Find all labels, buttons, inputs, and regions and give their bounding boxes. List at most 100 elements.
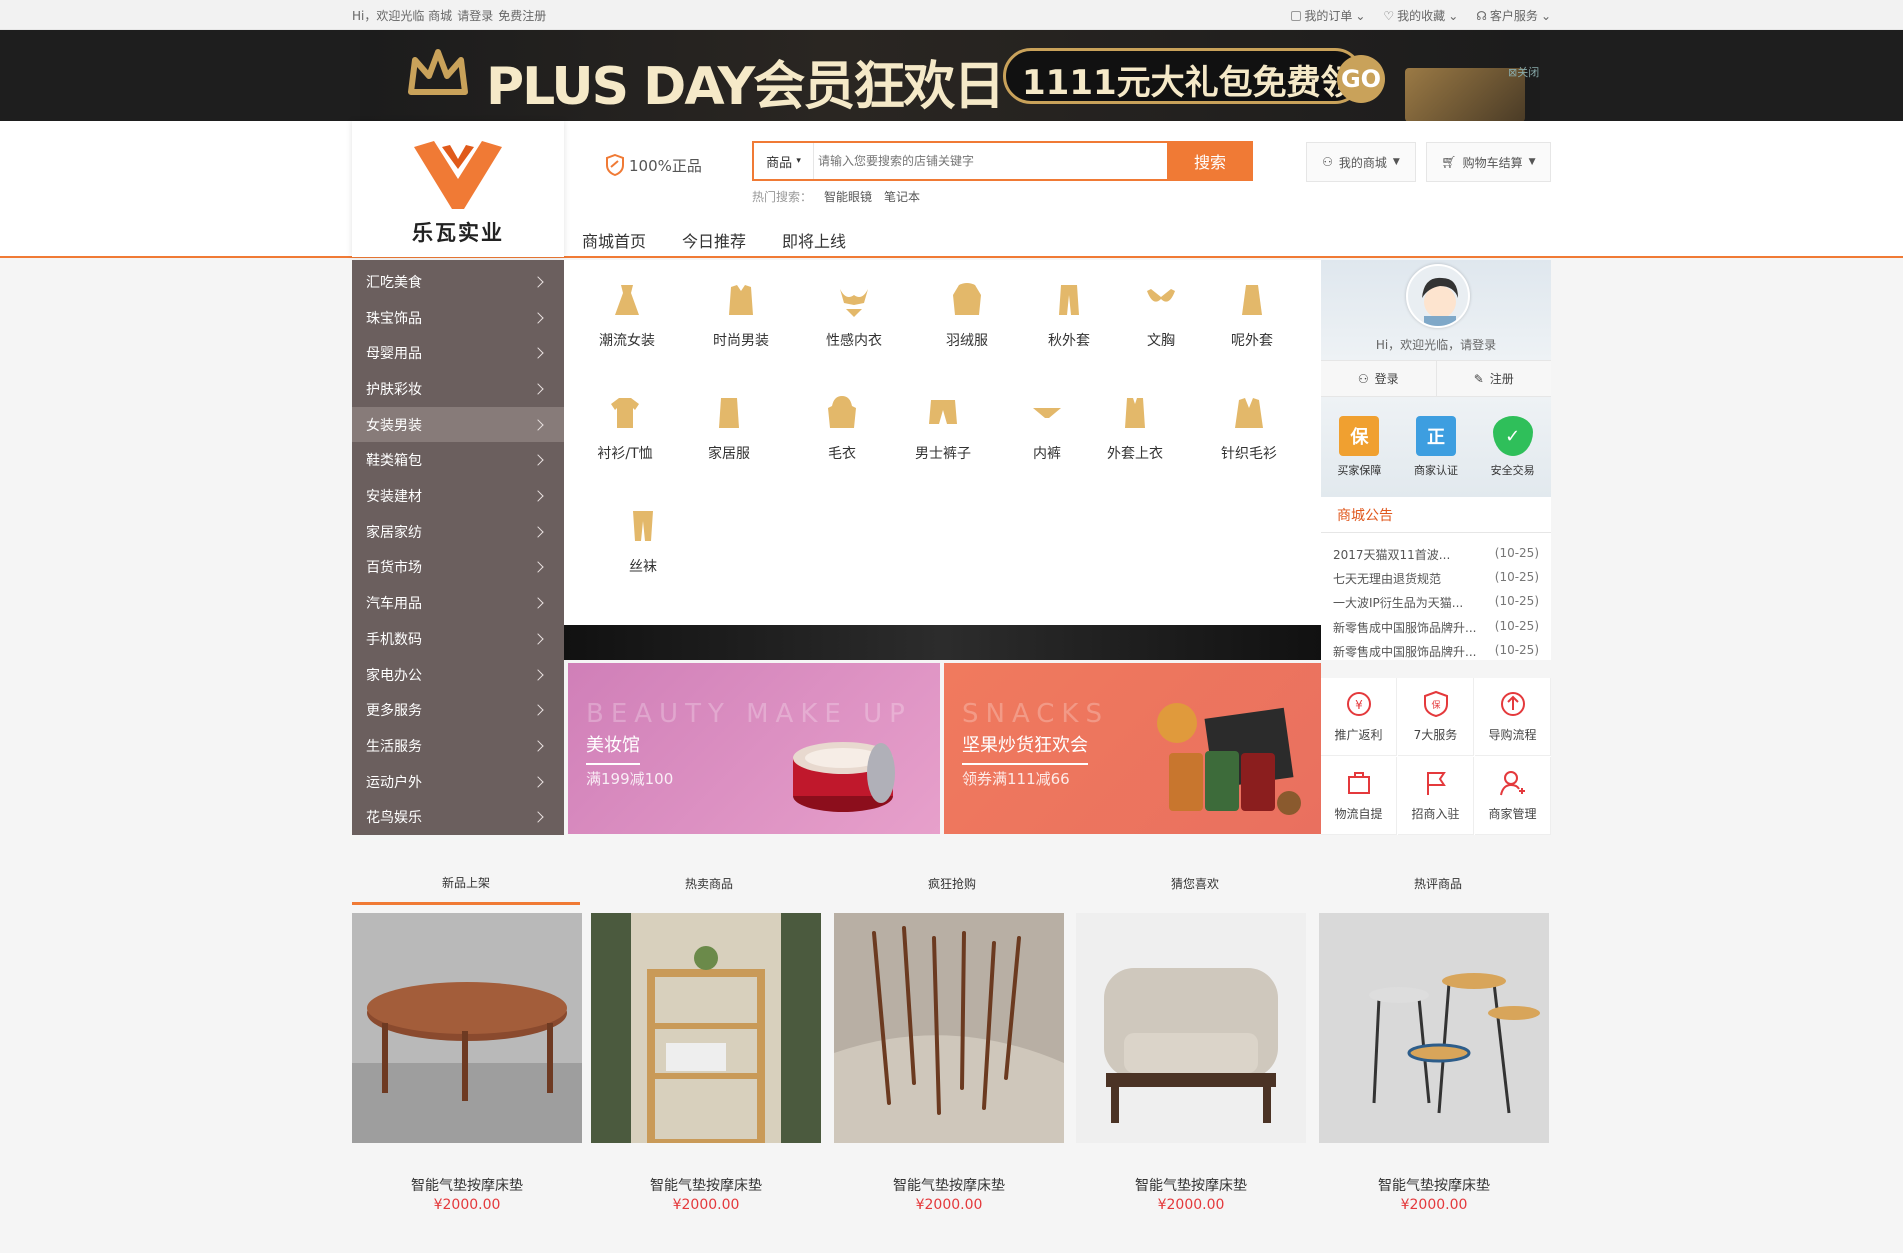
banner-close-button[interactable]: ⊠关闭 bbox=[1508, 64, 1539, 80]
notice-item[interactable]: 一大波IP衍生品为天猫... (10-25) bbox=[1333, 594, 1539, 611]
shelf-image[interactable] bbox=[591, 913, 821, 1143]
category-label: 家居家纺 bbox=[366, 524, 422, 541]
hot-keyword[interactable]: 笔记本 bbox=[884, 188, 920, 205]
stools-image[interactable] bbox=[1319, 913, 1549, 1143]
notice-item[interactable]: 2017天猫双11首波... (10-25) bbox=[1333, 546, 1539, 563]
sub-category-item[interactable]: 呢外套 bbox=[1207, 280, 1297, 350]
product-price: ¥2000.00 bbox=[672, 1197, 740, 1213]
category-item[interactable]: 更多服务 bbox=[352, 692, 564, 728]
sub-category-item[interactable]: 秋外套 bbox=[1024, 280, 1114, 350]
product-tab[interactable]: 热卖商品 bbox=[595, 862, 823, 905]
category-item[interactable]: 百货市场 bbox=[352, 550, 564, 586]
login-link[interactable]: 请登录 bbox=[457, 9, 493, 23]
service-item[interactable]: 招商入驻 bbox=[1398, 757, 1474, 835]
notice-item[interactable]: 新零售成中国服饰品牌升... (10-25) bbox=[1333, 619, 1539, 636]
promo-beauty[interactable]: BEAUTY MAKE UP 美妆馆 满199减100 bbox=[568, 663, 940, 834]
category-item[interactable]: 护肤彩妆 bbox=[352, 371, 564, 407]
my-orders-link[interactable]: 我的订单 ⌄ bbox=[1291, 7, 1365, 24]
sub-category-label: 文胸 bbox=[1147, 333, 1175, 349]
banner-go-button[interactable]: GO bbox=[1337, 55, 1385, 103]
product-name[interactable]: 智能气垫按摩床垫 bbox=[1076, 1175, 1306, 1195]
service-item[interactable]: 导购流程 bbox=[1475, 678, 1551, 756]
sub-category-item[interactable]: 针织毛衫 bbox=[1204, 393, 1294, 463]
category-item[interactable]: 母婴用品 bbox=[352, 335, 564, 371]
product-tab[interactable]: 热评商品 bbox=[1324, 862, 1552, 905]
table-image[interactable] bbox=[352, 913, 582, 1143]
product-card[interactable]: 智能气垫按摩床垫 ¥2000.00 bbox=[1319, 913, 1549, 1233]
category-item[interactable]: 手机数码 bbox=[352, 621, 564, 657]
product-tab[interactable]: 疯狂抢购 bbox=[838, 862, 1066, 905]
category-item[interactable]: 女装男装 bbox=[352, 406, 564, 443]
sub-category-item[interactable]: 时尚男装 bbox=[696, 280, 786, 350]
sub-category-item[interactable]: 羽绒服 bbox=[922, 280, 1012, 350]
category-item[interactable]: 珠宝饰品 bbox=[352, 300, 564, 336]
sub-category-item[interactable]: 毛衣 bbox=[797, 393, 887, 463]
sub-category-item[interactable]: 外套上衣 bbox=[1090, 393, 1180, 463]
category-item[interactable]: 鞋类箱包 bbox=[352, 443, 564, 479]
register-link[interactable]: 免费注册 bbox=[498, 9, 546, 23]
product-price: ¥2000.00 bbox=[433, 1197, 501, 1213]
product-name[interactable]: 智能气垫按摩床垫 bbox=[591, 1175, 821, 1195]
category-item[interactable]: 运动户外 bbox=[352, 764, 564, 800]
service-item[interactable]: 商家管理 bbox=[1475, 757, 1551, 835]
banner-offer-text: 1111元大礼包免费领 bbox=[1022, 63, 1355, 103]
customer-service-link[interactable]: ☊ 客户服务 ⌄ bbox=[1476, 7, 1551, 24]
category-item[interactable]: 汽车用品 bbox=[352, 585, 564, 621]
services-grid: ¥ 推广返利 保 7大服务 导购流程物流自提 招商入驻 商家管理 bbox=[1321, 678, 1551, 835]
product-card[interactable]: 智能气垫按摩床垫 ¥2000.00 bbox=[591, 913, 821, 1233]
sub-category-panel: 潮流女装 时尚男装 性感内衣 羽绒服 秋外套 文胸 呢外套衬衫/T恤 家居服 毛衣 男士裤子 内裤 外… bbox=[564, 260, 1321, 625]
cart-button[interactable]: 🛒︎ 购物车结算 ▼ bbox=[1426, 142, 1551, 182]
register-button[interactable]: ✎ 注册 bbox=[1437, 361, 1552, 396]
service-item[interactable]: ¥ 推广返利 bbox=[1321, 678, 1397, 756]
category-item[interactable]: 生活服务 bbox=[352, 728, 564, 764]
category-item[interactable]: 安装建材 bbox=[352, 478, 564, 514]
product-tab[interactable]: 猜您喜欢 bbox=[1081, 862, 1309, 905]
nav-item-recommend[interactable]: 今日推荐 bbox=[682, 228, 746, 252]
sub-category-item[interactable]: 内裤 bbox=[1002, 393, 1092, 463]
guide-icon bbox=[1499, 690, 1527, 718]
product-name[interactable]: 智能气垫按摩床垫 bbox=[352, 1175, 582, 1195]
search-category-select[interactable]: 商品 ▾ bbox=[754, 143, 814, 179]
promo-banner[interactable]: PLUS DAY会员狂欢日 1111元大礼包免费领 GO ⊠关闭 bbox=[0, 30, 1903, 121]
notice-item[interactable]: 七天无理由退货规范 (10-25) bbox=[1333, 570, 1539, 587]
trust-badge[interactable]: 正商家认证 bbox=[1414, 416, 1458, 478]
category-item[interactable]: 花鸟娱乐 bbox=[352, 800, 564, 836]
trust-badge[interactable]: 保买家保障 bbox=[1337, 416, 1381, 478]
notice-item[interactable]: 新零售成中国服饰品牌升... (10-25) bbox=[1333, 643, 1539, 660]
needles-image[interactable] bbox=[834, 913, 1064, 1143]
product-tab[interactable]: 新品上架 bbox=[352, 862, 580, 905]
category-item[interactable]: 汇吃美食 bbox=[352, 264, 564, 300]
promo-snacks[interactable]: SNACKS 坚果炒货狂欢会 领券满111减66 bbox=[944, 663, 1321, 834]
search-input[interactable] bbox=[818, 143, 1118, 179]
product-name[interactable]: 智能气垫按摩床垫 bbox=[1319, 1175, 1549, 1195]
sub-category-item[interactable]: 男士裤子 bbox=[898, 393, 988, 463]
sub-category-label: 毛衣 bbox=[828, 446, 856, 462]
my-favorites-link[interactable]: ♡ 我的收藏 ⌄ bbox=[1383, 7, 1458, 24]
sub-category-item[interactable]: 丝袜 bbox=[598, 506, 688, 576]
login-button[interactable]: ⚇ 登录 bbox=[1321, 361, 1437, 396]
site-logo[interactable]: 乐瓦实业 bbox=[352, 121, 564, 257]
sub-category-item[interactable]: 家居服 bbox=[684, 393, 774, 463]
nav-item-home[interactable]: 商城首页 bbox=[582, 228, 646, 252]
sub-category-item[interactable]: 潮流女装 bbox=[582, 280, 672, 350]
search-button[interactable]: 搜索 bbox=[1167, 141, 1253, 181]
nav-item-coming[interactable]: 即将上线 bbox=[782, 228, 846, 252]
my-mall-button[interactable]: ⚇ 我的商城 ▼ bbox=[1306, 142, 1416, 182]
trust-badge[interactable]: ✓ 安全交易 bbox=[1491, 416, 1535, 478]
service-item[interactable]: 保 7大服务 bbox=[1398, 678, 1474, 756]
sub-category-label: 呢外套 bbox=[1231, 333, 1273, 349]
sub-category-label: 外套上衣 bbox=[1107, 446, 1163, 462]
product-name[interactable]: 智能气垫按摩床垫 bbox=[834, 1175, 1064, 1195]
category-item[interactable]: 家电办公 bbox=[352, 657, 564, 693]
armchair-image[interactable] bbox=[1076, 913, 1306, 1143]
sub-category-item[interactable]: 文胸 bbox=[1116, 280, 1206, 350]
sub-category-item[interactable]: 衬衫/T恤 bbox=[580, 393, 670, 463]
product-card[interactable]: 智能气垫按摩床垫 ¥2000.00 bbox=[1076, 913, 1306, 1233]
product-card[interactable]: 智能气垫按摩床垫 ¥2000.00 bbox=[352, 913, 582, 1233]
category-item[interactable]: 家居家纺 bbox=[352, 514, 564, 550]
product-card[interactable]: 智能气垫按摩床垫 ¥2000.00 bbox=[834, 913, 1064, 1233]
service-item[interactable]: 物流自提 bbox=[1321, 757, 1397, 835]
coat-icon bbox=[1051, 280, 1087, 320]
sub-category-item[interactable]: 性感内衣 bbox=[809, 280, 899, 350]
hot-keyword[interactable]: 智能眼镜 bbox=[824, 188, 872, 205]
